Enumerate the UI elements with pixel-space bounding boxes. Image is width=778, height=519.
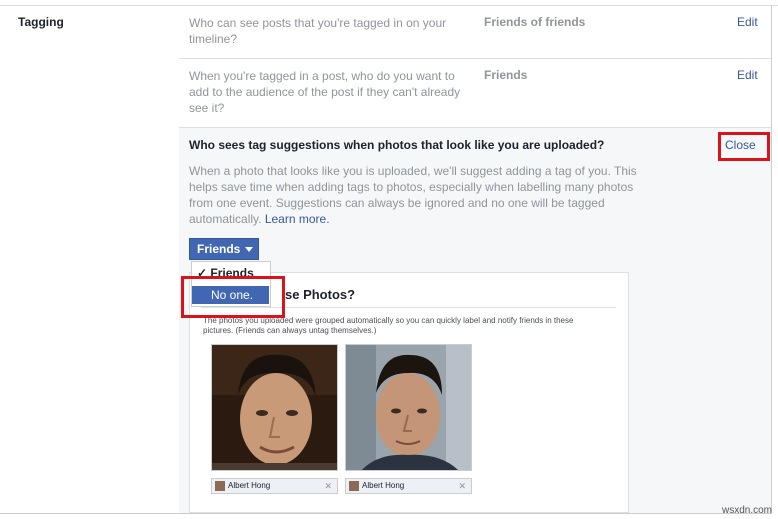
expanded-description: When a photo that looks like you is uplo… [189,163,659,227]
right-border [771,5,772,513]
setting-value: Friends [484,68,528,82]
tag-name: Albert Hong [228,481,271,490]
face-photo [211,344,338,471]
preview-description: The photos you uploaded were grouped aut… [203,316,574,335]
person-photo-icon [212,345,337,470]
no-one-highlight-box [181,276,285,318]
watermark: wsxdn.com [721,505,772,516]
bottom-divider [0,513,772,514]
caret-down-icon [245,247,254,253]
close-highlight-box [718,132,770,161]
row-divider [179,127,771,128]
row-divider [179,58,771,59]
audience-dropdown-button[interactable]: Friends [189,238,259,260]
photo-tag[interactable]: Albert Hong ✕ [345,478,472,494]
preview-title: se Photos? [285,287,356,302]
edit-link[interactable]: Edit [737,68,758,82]
edit-link[interactable]: Edit [737,15,758,29]
face-photo [345,344,472,471]
setting-value: Friends of friends [484,15,586,29]
avatar [349,481,359,491]
learn-more-link[interactable]: Learn more. [265,212,330,226]
tag-name: Albert Hong [362,481,405,490]
dropdown-label: Friends [197,242,241,256]
remove-tag-icon[interactable]: ✕ [324,479,332,493]
expanded-title: Who sees tag suggestions when photos tha… [189,138,605,152]
setting-question: When you're tagged in a post, who do you… [189,69,461,115]
photo-tag[interactable]: Albert Hong ✕ [211,478,338,494]
description-text: When a photo that looks like you is uplo… [189,164,637,226]
setting-question: Who can see posts that you're tagged in … [189,16,447,46]
remove-tag-icon[interactable]: ✕ [458,479,466,493]
section-label: Tagging [18,15,64,29]
top-divider [0,5,778,6]
avatar [215,481,225,491]
person-photo-icon [346,345,471,470]
